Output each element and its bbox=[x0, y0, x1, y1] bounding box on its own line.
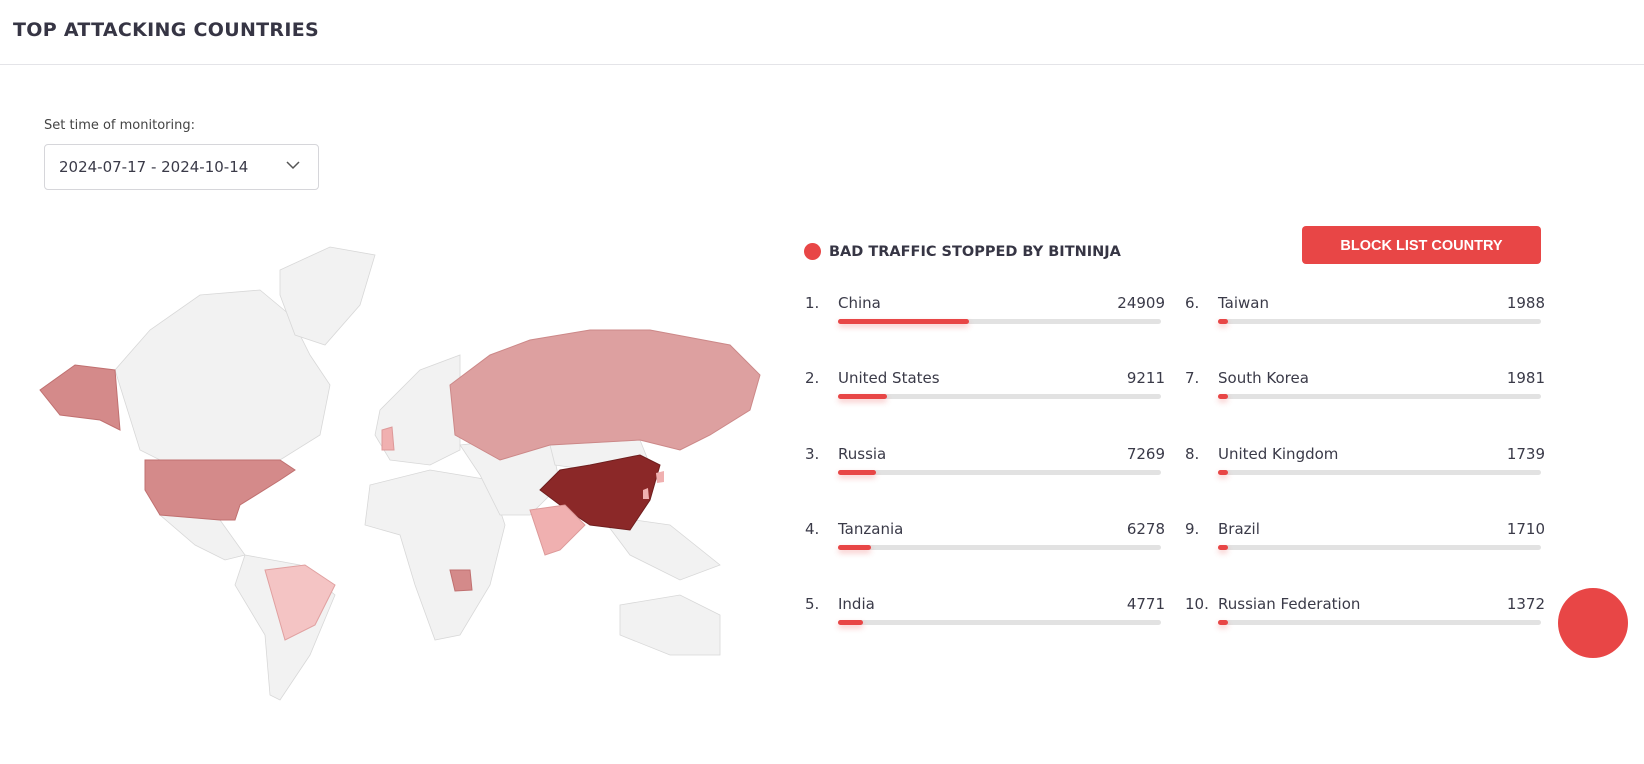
country-bar-track bbox=[1218, 319, 1541, 324]
country-bar-track bbox=[838, 544, 1161, 550]
country-count: 1710 bbox=[1506, 519, 1545, 538]
country-name: United States bbox=[838, 369, 940, 388]
country-count: 1981 bbox=[1506, 369, 1545, 388]
country-bar-track bbox=[838, 394, 1161, 400]
country-bar-fill bbox=[838, 319, 970, 324]
country-count: 7269 bbox=[1126, 444, 1165, 463]
country-bar-fill bbox=[1218, 544, 1228, 550]
country-bar-fill bbox=[1218, 394, 1229, 400]
country-rank: 4. bbox=[805, 519, 820, 538]
country-row: 4. Tanzania 6278 bbox=[805, 520, 1165, 560]
block-list-country-button[interactable]: BLOCK LIST COUNTRY bbox=[1302, 226, 1541, 264]
country-rank: 9. bbox=[1185, 519, 1200, 538]
country-row: 3. Russia 7269 bbox=[805, 445, 1165, 485]
country-row: 7. South Korea 1981 bbox=[1185, 369, 1545, 409]
map-united-kingdom[interactable] bbox=[381, 426, 395, 451]
country-row: 1. China 24909 bbox=[805, 294, 1165, 334]
country-count: 1739 bbox=[1506, 444, 1545, 463]
country-name: Brazil bbox=[1218, 519, 1260, 538]
floating-action-button[interactable] bbox=[1558, 588, 1628, 658]
country-bar-fill bbox=[838, 394, 887, 400]
country-bar-track bbox=[1218, 544, 1541, 550]
country-row: 10. Russian Federation 1372 bbox=[1185, 595, 1545, 635]
country-bar-fill bbox=[1218, 469, 1228, 475]
country-count: 1372 bbox=[1506, 595, 1545, 614]
country-rank: 6. bbox=[1185, 294, 1200, 312]
legend-dot-icon bbox=[804, 243, 821, 260]
country-name: Tanzania bbox=[838, 519, 904, 538]
country-count: 1988 bbox=[1506, 294, 1545, 312]
country-name: Russian Federation bbox=[1218, 595, 1361, 614]
map-south-korea[interactable] bbox=[656, 471, 664, 483]
legend: BAD TRAFFIC STOPPED BY BITNINJA bbox=[804, 243, 1121, 260]
map-united-states[interactable] bbox=[144, 459, 296, 521]
chevron-down-icon bbox=[286, 161, 300, 170]
country-rank: 5. bbox=[805, 595, 820, 614]
country-row: 8. United Kingdom 1739 bbox=[1185, 445, 1545, 485]
country-rank: 10. bbox=[1185, 595, 1209, 614]
country-rank: 2. bbox=[805, 369, 820, 388]
country-bar-fill bbox=[1218, 319, 1229, 324]
time-filter-label: Set time of monitoring: bbox=[44, 118, 195, 133]
legend-label: BAD TRAFFIC STOPPED BY BITNINJA bbox=[829, 243, 1121, 260]
country-bar-fill bbox=[1218, 620, 1228, 626]
country-bar-track bbox=[1218, 394, 1541, 400]
country-count: 4771 bbox=[1126, 595, 1165, 614]
country-bar-track bbox=[838, 469, 1161, 475]
country-name: India bbox=[838, 595, 875, 614]
map-russia[interactable] bbox=[449, 329, 761, 461]
country-row: 6. Taiwan 1988 bbox=[1185, 294, 1545, 334]
country-name: South Korea bbox=[1218, 369, 1309, 388]
country-bar-track bbox=[838, 319, 1161, 324]
map-greenland[interactable] bbox=[279, 246, 376, 346]
page-title: TOP ATTACKING COUNTRIES bbox=[13, 19, 319, 41]
country-rank: 8. bbox=[1185, 444, 1200, 463]
map-taiwan[interactable] bbox=[643, 488, 649, 499]
country-rank: 3. bbox=[805, 444, 820, 463]
date-range-value: 2024-07-17 - 2024-10-14 bbox=[59, 158, 249, 176]
country-bar-track bbox=[838, 620, 1161, 626]
country-count: 6278 bbox=[1126, 519, 1165, 538]
map-australia[interactable] bbox=[619, 594, 721, 656]
date-range-select[interactable]: 2024-07-17 - 2024-10-14 bbox=[44, 144, 319, 190]
country-row: 5. India 4771 bbox=[805, 595, 1165, 635]
country-bar-fill bbox=[838, 544, 872, 550]
country-name: United Kingdom bbox=[1218, 444, 1339, 463]
country-rank: 1. bbox=[805, 294, 820, 312]
world-map[interactable] bbox=[30, 235, 765, 705]
map-mexico-central[interactable] bbox=[158, 514, 246, 561]
country-row: 9. Brazil 1710 bbox=[1185, 520, 1545, 560]
header: TOP ATTACKING COUNTRIES bbox=[0, 0, 1644, 65]
map-alaska[interactable] bbox=[39, 364, 121, 431]
country-count: 9211 bbox=[1126, 369, 1165, 388]
country-bar-track bbox=[1218, 469, 1541, 475]
country-count: 24909 bbox=[1117, 294, 1165, 312]
country-rank: 7. bbox=[1185, 369, 1200, 388]
country-bar-fill bbox=[838, 469, 877, 475]
map-africa[interactable] bbox=[364, 469, 506, 641]
country-name: Taiwan bbox=[1218, 294, 1270, 312]
country-bar-fill bbox=[838, 620, 864, 626]
country-name: Russia bbox=[838, 444, 887, 463]
country-name: China bbox=[838, 294, 881, 312]
country-row: 2. United States 9211 bbox=[805, 369, 1165, 409]
country-bar-track bbox=[1218, 620, 1541, 626]
